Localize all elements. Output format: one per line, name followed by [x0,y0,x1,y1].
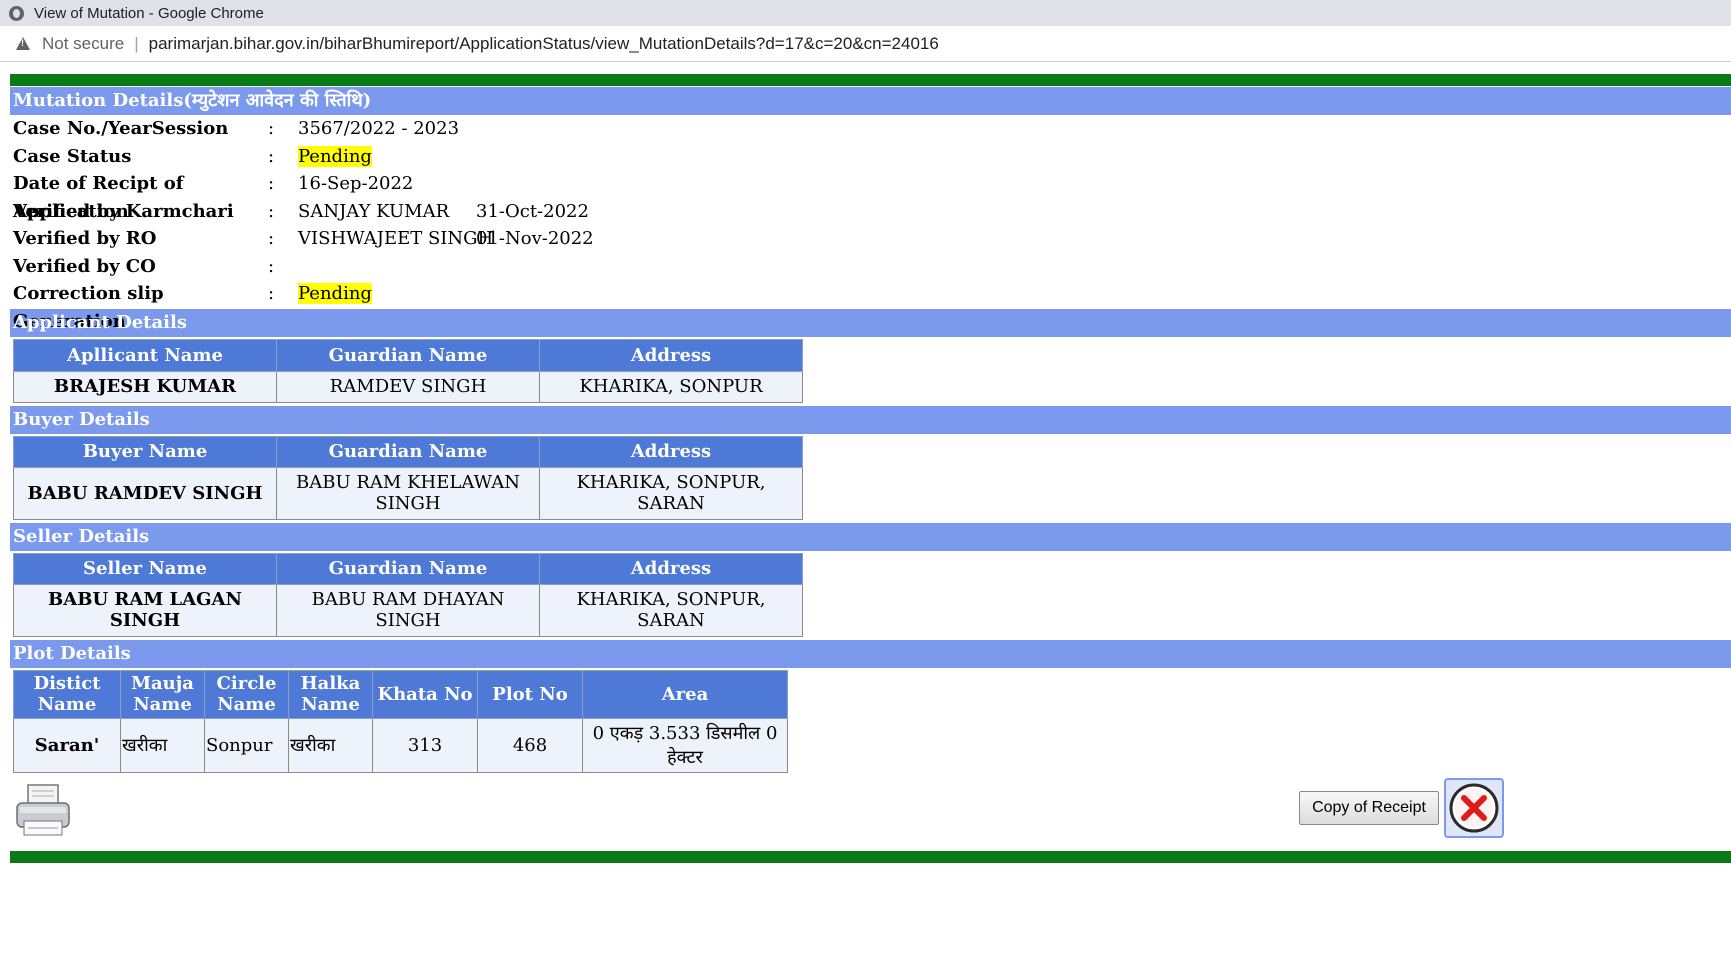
plot-details-heading: Plot Details [10,639,1731,668]
halka-name: खरीका [288,717,373,773]
table-header: Address [539,435,803,468]
table-header: Area [582,669,788,719]
applicant-table: Apllicant Name Guardian Name Address BRA… [13,338,803,403]
address: KHARIKA, SONPUR [539,370,803,403]
area: 0 एकड़ 3.533 डिसमील 0 हेक्टर [582,717,788,773]
guardian-name: BABU RAM DHAYAN SINGH [276,583,540,637]
table-header: Distict Name [13,669,121,719]
security-label[interactable]: Not secure [42,34,124,54]
info-colon: : [268,145,275,167]
plot-table: Distict Name Mauja Name Circle Name Halk… [13,669,788,773]
info-colon: : [268,228,275,249]
table-header: Khata No [372,669,478,719]
table-header: Apllicant Name [13,338,277,372]
table-header: Guardian Name [276,435,540,468]
info-colon: : [268,118,275,139]
address-separator: | [134,33,139,53]
table-header: Halka Name [288,669,373,719]
applicant-details-heading: Applicant Details [10,308,1731,337]
info-date: 31-Oct-2022 [476,200,589,222]
mutation-info: Case No./YearSession : 3567/2022 - 2023 … [10,115,1731,332]
info-row: Case No./YearSession : 3567/2022 - 2023 [10,115,1731,143]
table-header: Guardian Name [276,552,540,585]
guardian-name: BABU RAM KHELAWAN SINGH [276,466,540,520]
seller-name: BABU RAM LAGAN SINGH [13,583,277,637]
table-header: Circle Name [204,669,289,719]
table-header: Buyer Name [13,435,277,468]
buyer-name: BABU RAMDEV SINGH [13,466,277,520]
info-row: Correction slip Generation : Pending [10,280,1731,332]
warning-icon[interactable] [16,37,30,50]
circle-name: Sonpur [204,717,289,773]
info-colon: : [268,283,275,304]
info-row: Case Status : Pending [10,143,1731,171]
mauja-name: खरीका [120,717,205,773]
info-value: 16-Sep-2022 [298,173,414,194]
info-label: Case Status [13,145,132,167]
info-label: Case No./YearSession [13,118,229,139]
buyer-details-heading: Buyer Details [10,405,1731,434]
info-colon: : [268,255,275,277]
table-header: Guardian Name [276,338,540,372]
address: KHARIKA, SONPUR, SARAN [539,583,803,637]
buyer-table: Buyer Name Guardian Name Address BABU RA… [13,435,803,520]
info-value: SANJAY KUMAR [298,200,450,222]
correction-slip-status: Pending [298,283,372,304]
info-value: 3567/2022 - 2023 [298,118,460,139]
info-label: Verified by CO [13,255,156,277]
info-colon: : [268,200,275,222]
window-title: View of Mutation - Google Chrome [34,4,264,22]
table-header: Address [539,552,803,585]
info-row: Date of Recipt of Application : 16-Sep-2… [10,170,1731,222]
globe-icon [9,5,24,21]
info-label: Verified by RO [13,228,157,249]
applicant-name: BRAJESH KUMAR [13,370,277,403]
info-row: Verified by RO : VISHWAJEET SINGH 01-Nov… [10,225,1731,253]
mutation-details-heading: Mutation Details(म्युटेशन आवेदन की स्तिथ… [10,87,1731,115]
printer-icon[interactable] [14,783,72,839]
plot-no: 468 [477,717,583,773]
page-content: Mutation Details(म्युटेशन आवेदन की स्तिथ… [10,74,1731,863]
table-header: Mauja Name [120,669,205,719]
district-name: Saran' [13,717,121,773]
seller-details-heading: Seller Details [10,522,1731,551]
case-status-value: Pending [298,145,372,167]
info-value: VISHWAJEET SINGH [298,228,494,249]
info-value [298,253,494,281]
info-date: 01-Nov-2022 [476,228,594,249]
url-text[interactable]: parimarjan.bihar.gov.in/biharBhumireport… [149,34,939,54]
khata-no: 313 [372,717,478,773]
table-header: Address [539,338,803,372]
footer-actions: Copy of Receipt [10,773,1731,851]
info-label: Correction slip Generation [13,283,164,332]
copy-of-receipt-button[interactable]: Copy of Receipt [1299,790,1439,825]
bottom-green-bar [10,850,1731,863]
top-green-bar [10,74,1731,86]
window-titlebar: View of Mutation - Google Chrome [0,0,1731,26]
info-row: Verified by Karmchari : SANJAY KUMAR 31-… [10,198,1731,226]
address-bar[interactable]: Not secure | parimarjan.bihar.gov.in/bih… [0,26,1731,62]
seller-table: Seller Name Guardian Name Address BABU R… [13,552,803,637]
table-header: Plot No [477,669,583,719]
close-x-icon[interactable] [1444,777,1504,838]
info-label: Verified by Karmchari [13,200,234,222]
info-row: Verified by CO : [10,253,1731,281]
table-header: Seller Name [13,552,277,585]
address: KHARIKA, SONPUR, SARAN [539,466,803,520]
guardian-name: RAMDEV SINGH [276,370,540,403]
info-label: Date of Recipt of Application [13,173,184,222]
info-colon: : [268,173,275,194]
